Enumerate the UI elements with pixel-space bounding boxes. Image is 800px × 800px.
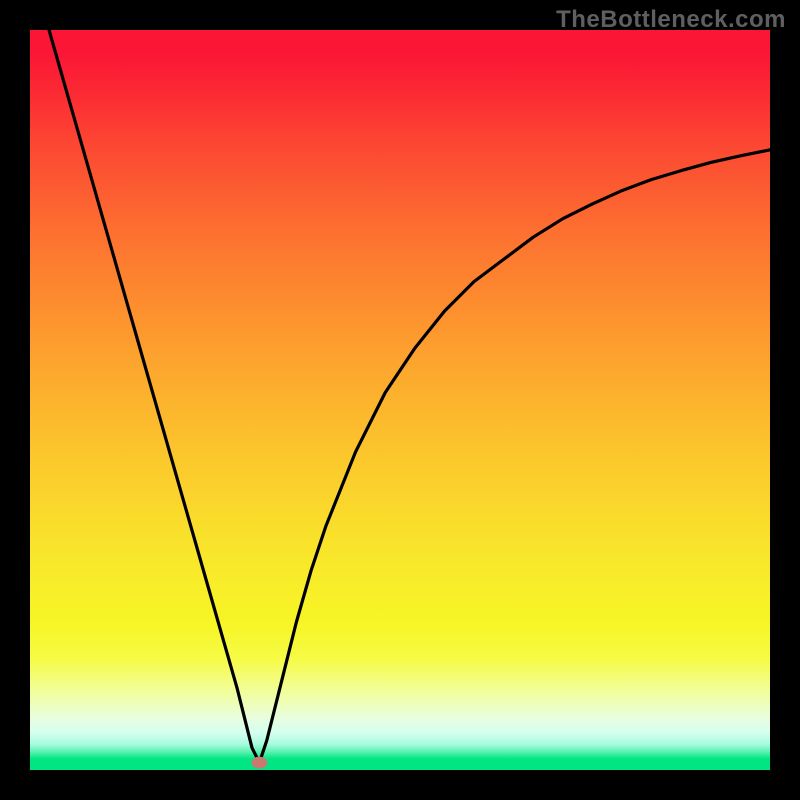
minimum-marker bbox=[251, 757, 267, 769]
curve-layer bbox=[30, 30, 770, 770]
bottleneck-curve bbox=[30, 30, 770, 763]
plot-area bbox=[30, 30, 770, 770]
chart-frame: TheBottleneck.com bbox=[0, 0, 800, 800]
